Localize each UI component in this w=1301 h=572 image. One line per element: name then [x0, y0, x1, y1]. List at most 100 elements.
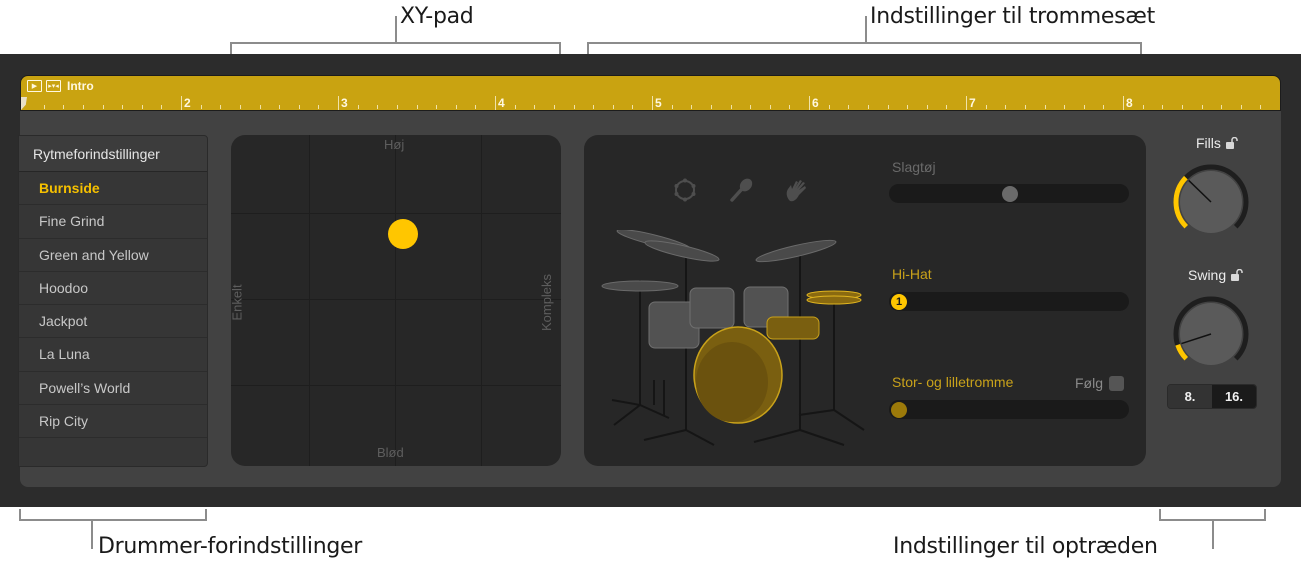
ruler-tick	[357, 105, 359, 109]
hihat-label: Hi-Hat	[892, 266, 932, 282]
preset-item[interactable]: Burnside	[19, 172, 207, 206]
bar-marker	[652, 96, 653, 110]
percussion-label: Slagtøj	[892, 159, 936, 175]
ruler-tick	[750, 105, 752, 109]
ruler-tick	[985, 105, 987, 109]
preset-item[interactable]: Green and Yellow	[19, 239, 207, 272]
ruler-tick	[475, 105, 477, 109]
snare-drum[interactable]	[766, 316, 820, 340]
hihat-slider[interactable]: 1	[889, 292, 1129, 311]
ruler-tick	[1221, 105, 1223, 109]
unlock-icon[interactable]	[1231, 269, 1243, 281]
follow-label: Følg	[1075, 375, 1103, 391]
ruler-tick	[141, 105, 143, 109]
crash-cymbal-left[interactable]	[644, 237, 721, 265]
ruler[interactable]: ▶ ▸▾◂ Intro 2 3 4 5 6 7 8	[20, 75, 1281, 111]
grid-line	[231, 213, 561, 214]
hihat-slider-knob[interactable]: 1	[891, 293, 907, 310]
ruler-tick	[1181, 105, 1183, 109]
ruler-tick	[534, 105, 536, 109]
stem	[395, 16, 397, 43]
fills-label: Fills	[1196, 135, 1238, 151]
preset-item[interactable]: Fine Grind	[19, 205, 207, 239]
bracket	[19, 509, 207, 521]
ruler-tick	[612, 105, 614, 109]
unlock-icon[interactable]	[1225, 137, 1238, 149]
kick-snare-label: Stor- og lilletromme	[892, 374, 1014, 390]
percussion-slider[interactable]	[889, 184, 1129, 203]
stem	[1212, 520, 1214, 549]
play-icon[interactable]: ▶	[27, 80, 42, 92]
preset-item[interactable]: Rip City	[19, 405, 207, 439]
ruler-tick	[926, 105, 928, 109]
playhead[interactable]	[21, 97, 27, 110]
ruler-tick	[1005, 105, 1007, 109]
xy-puck[interactable]	[387, 219, 418, 250]
ruler-tick	[907, 105, 909, 109]
ruler-tick	[887, 105, 889, 109]
tom-left[interactable]	[689, 287, 735, 329]
swing-label-text: Swing	[1188, 267, 1227, 283]
swing-label: Swing	[1188, 267, 1243, 283]
drum-kit-settings: Slagtøj Hi-Hat 1 Stor- og lilletromme Fø…	[584, 135, 1146, 466]
ruler-tick	[1103, 105, 1105, 109]
bar-number: 5	[655, 96, 662, 110]
bar-marker	[338, 96, 339, 110]
preset-item[interactable]: Powell’s World	[19, 372, 207, 406]
preset-item[interactable]: La Luna	[19, 338, 207, 372]
ruler-tick	[730, 105, 732, 109]
ruler-tick	[691, 105, 693, 109]
bar-number: 6	[812, 96, 819, 110]
xy-label-loud: Høj	[384, 137, 405, 152]
bar-number: 3	[341, 96, 348, 110]
crash-cymbal-right[interactable]	[755, 236, 837, 265]
bar-number: 2	[184, 96, 191, 110]
xy-label-simple: Enkelt	[231, 284, 245, 321]
kick-snare-slider[interactable]	[889, 400, 1129, 419]
fills-label-text: Fills	[1196, 135, 1221, 151]
bar-number: 4	[498, 96, 505, 110]
fills-knob[interactable]	[1171, 162, 1251, 242]
region-header: ▶ ▸▾◂ Intro	[27, 79, 94, 93]
swing-knob[interactable]	[1171, 294, 1251, 374]
preset-item[interactable]: Hoodoo	[19, 272, 207, 306]
follow-toggle[interactable]: Følg	[1075, 375, 1124, 391]
bar-marker	[181, 96, 182, 110]
ruler-tick	[946, 105, 948, 109]
ruler-tick	[1142, 105, 1144, 109]
preset-item[interactable]: Jackpot	[19, 305, 207, 339]
ride-cymbal[interactable]	[601, 280, 679, 292]
ruler-tick	[769, 105, 771, 109]
ruler-tick	[63, 105, 65, 109]
ruler-tick	[514, 105, 516, 109]
grid-line	[481, 135, 482, 466]
ruler-tick	[102, 105, 104, 109]
ruler-tick	[1024, 105, 1026, 109]
swing-8th-button[interactable]: 8.	[1168, 385, 1212, 408]
bar-number: 7	[969, 96, 976, 110]
xy-label-soft: Blød	[377, 445, 404, 460]
handclap-icon[interactable]	[784, 177, 810, 203]
stem	[865, 16, 867, 43]
ruler-tick	[710, 105, 712, 109]
ruler-tick	[1064, 105, 1066, 109]
swing-16th-button[interactable]: 16.	[1212, 385, 1256, 408]
xy-pad[interactable]: Høj Blød Enkelt Kompleks	[231, 135, 561, 466]
presets-header[interactable]: Rytmeforindstillinger	[19, 136, 207, 172]
bar-marker	[1123, 96, 1124, 110]
grid-line	[395, 135, 396, 466]
ruler-tick	[43, 105, 45, 109]
region-name: Intro	[67, 79, 94, 93]
ruler-tick	[122, 105, 124, 109]
ruler-tick	[593, 105, 595, 109]
ruler-tick	[396, 105, 398, 109]
drummer-region-icon[interactable]: ▸▾◂	[46, 80, 61, 92]
shaker-icon[interactable]	[728, 177, 754, 203]
percussion-slider-knob[interactable]	[1002, 185, 1018, 202]
callout-label: Drummer-forindstillinger	[98, 534, 362, 559]
percussion-icons	[672, 177, 810, 203]
ruler-tick	[1201, 105, 1203, 109]
kick-snare-slider-knob[interactable]	[891, 401, 907, 418]
follow-checkbox[interactable]	[1109, 375, 1124, 391]
tambourine-icon[interactable]	[672, 177, 698, 203]
